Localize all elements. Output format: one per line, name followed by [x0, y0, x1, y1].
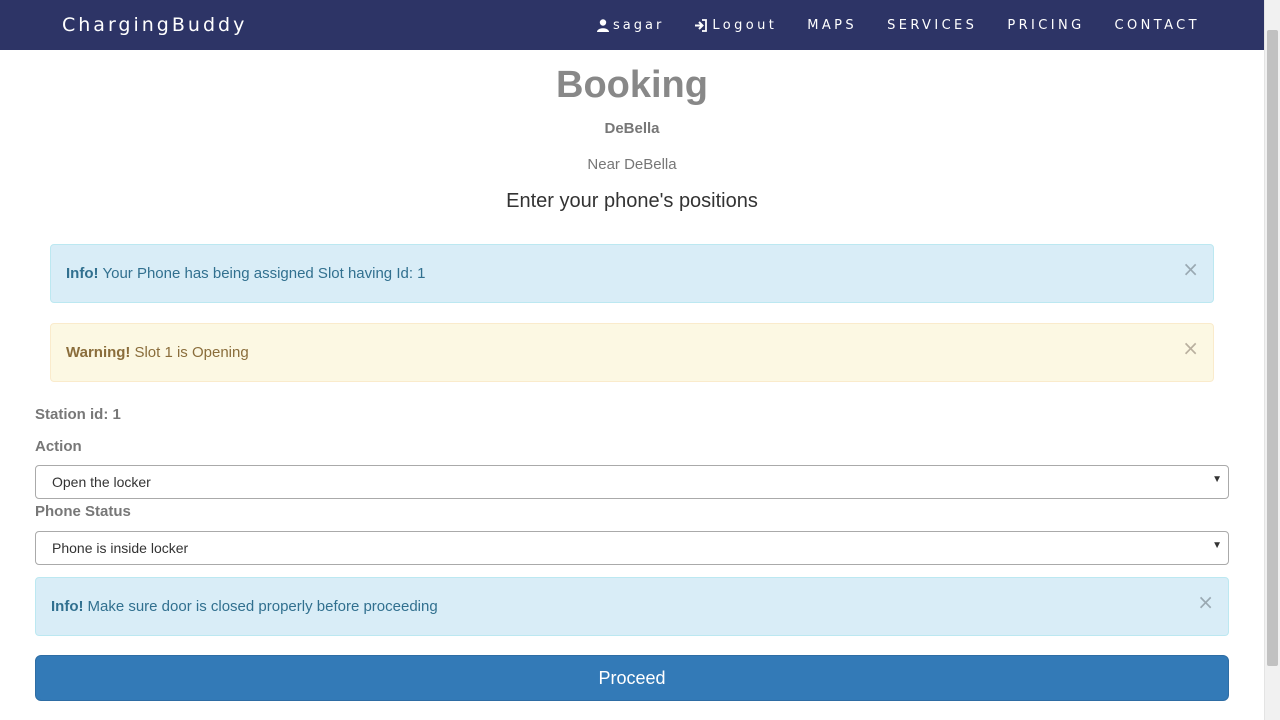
page-scrollbar[interactable] [1264, 0, 1280, 720]
page-title: Booking [556, 64, 708, 106]
logout-icon [694, 18, 708, 32]
alert-prefix: Info! [66, 265, 99, 282]
close-icon[interactable]: × [1197, 592, 1214, 612]
user-name: sagar [613, 17, 665, 33]
action-label: Action [35, 438, 82, 455]
nav-services-link[interactable]: SERVICES [887, 18, 977, 33]
alert-text: Your Phone has being assigned Slot havin… [102, 265, 426, 282]
close-icon[interactable]: × [1182, 338, 1199, 358]
dropdown-arrow-icon: ▼ [1212, 540, 1222, 551]
logout-label: Logout [712, 17, 778, 33]
alert-text: Slot 1 is Opening [134, 344, 249, 361]
proceed-button[interactable]: Proceed [35, 655, 1229, 701]
top-navbar: ChargingBuddy sagar Logout MAPS SERVICES… [0, 0, 1264, 50]
nav-user-link[interactable]: sagar [597, 18, 664, 33]
nav-contact-link[interactable]: CONTACT [1115, 18, 1200, 33]
alert-prefix: Info! [51, 598, 84, 615]
close-icon[interactable]: × [1182, 259, 1199, 279]
action-select[interactable]: Open the locker ▼ [35, 465, 1229, 499]
scrollbar-thumb[interactable] [1267, 30, 1278, 666]
station-description: Near DeBella [587, 156, 677, 173]
nav-pricing-link[interactable]: PRICING [1007, 18, 1084, 33]
nav-logout-link[interactable]: Logout [694, 18, 777, 33]
dropdown-arrow-icon: ▼ [1212, 474, 1222, 485]
phone-status-selected-value: Phone is inside locker [52, 540, 189, 556]
action-selected-value: Open the locker [52, 474, 151, 490]
nav-maps-link[interactable]: MAPS [807, 18, 857, 33]
station-name: DeBella [604, 120, 660, 137]
alert-text: Make sure door is closed properly before… [87, 598, 438, 615]
station-id-label: Station id: 1 [35, 406, 121, 423]
slot-assigned-alert: Info! Your Phone has being assigned Slot… [50, 244, 1214, 303]
nav-menu: sagar Logout MAPS SERVICES PRICING CONTA… [597, 0, 1200, 50]
phone-status-label: Phone Status [35, 503, 131, 520]
user-icon [597, 18, 610, 32]
slot-opening-alert: Warning! Slot 1 is Opening × [50, 323, 1214, 382]
form-subtitle: Enter your phone's positions [506, 190, 758, 212]
alert-prefix: Warning! [66, 344, 131, 361]
phone-status-select[interactable]: Phone is inside locker ▼ [35, 531, 1229, 565]
brand-logo[interactable]: ChargingBuddy [62, 14, 247, 36]
door-closed-alert: Info! Make sure door is closed properly … [35, 577, 1229, 636]
